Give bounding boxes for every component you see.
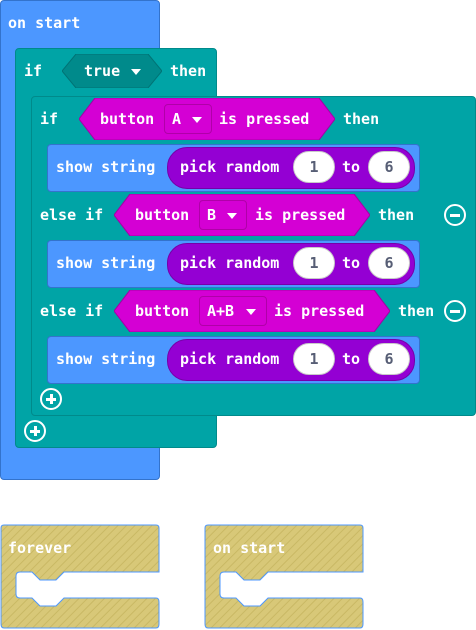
random-to-input-3[interactable]: 6: [368, 343, 410, 375]
outer-then-label: then: [170, 62, 207, 80]
on-start-label: on start: [8, 14, 81, 32]
button-value-2[interactable]: B: [207, 206, 216, 224]
pick-random-label-2: pick random: [180, 254, 280, 272]
true-value[interactable]: true: [84, 62, 120, 80]
random-from-input-1[interactable]: 1: [293, 151, 335, 183]
random-from-input-3[interactable]: 1: [293, 343, 335, 375]
random-from-input-2[interactable]: 1: [293, 247, 335, 279]
is-pressed-label-2: is pressed: [255, 206, 346, 224]
inner-then-label-3: then: [398, 302, 435, 320]
button-label-2: button: [135, 206, 190, 224]
add-branch-icon[interactable]: [40, 388, 62, 410]
to-label-3: to: [342, 350, 361, 368]
to-label-2: to: [342, 254, 361, 272]
is-pressed-label-1: is pressed: [219, 110, 310, 128]
forever-label: forever: [8, 539, 72, 557]
chevron-down-icon[interactable]: [192, 117, 202, 123]
remove-branch-icon[interactable]: [444, 300, 466, 322]
inner-if-label: if: [40, 110, 59, 128]
show-string-label-2: show string: [56, 254, 156, 272]
to-label-1: to: [342, 158, 361, 176]
chevron-down-icon[interactable]: [246, 309, 256, 315]
else-if-label-3: else if: [40, 302, 104, 320]
button-label-3: button: [135, 302, 190, 320]
random-to-input-2[interactable]: 6: [368, 247, 410, 279]
add-else-icon[interactable]: [24, 420, 46, 442]
button-value-3[interactable]: A+B: [207, 302, 234, 320]
pick-random-label-3: pick random: [180, 350, 280, 368]
outer-if-label: if: [24, 62, 43, 80]
show-string-label-1: show string: [56, 158, 156, 176]
is-pressed-label-3: is pressed: [274, 302, 365, 320]
else-if-label-2: else if: [40, 206, 104, 224]
on-start-disabled-label: on start: [213, 539, 286, 557]
chevron-down-icon[interactable]: [131, 69, 141, 75]
chevron-down-icon[interactable]: [227, 213, 237, 219]
remove-branch-icon[interactable]: [444, 204, 466, 226]
button-label-1: button: [100, 110, 155, 128]
inner-then-label-2: then: [378, 206, 415, 224]
show-string-label-3: show string: [56, 350, 156, 368]
inner-then-label-1: then: [343, 110, 380, 128]
pick-random-label-1: pick random: [180, 158, 280, 176]
random-to-input-1[interactable]: 6: [368, 151, 410, 183]
button-value-1[interactable]: A: [172, 110, 181, 128]
